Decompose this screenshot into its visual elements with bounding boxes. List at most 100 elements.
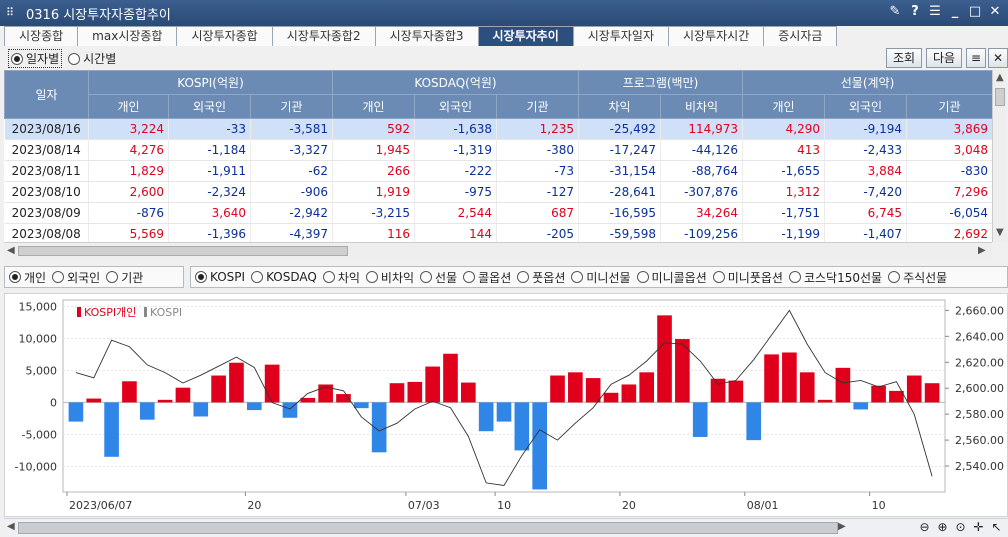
bar xyxy=(68,402,84,422)
close-panel-icon[interactable]: ✕ xyxy=(988,48,1008,68)
column-header[interactable]: 개인 xyxy=(88,94,169,119)
market-radio-8[interactable]: 미니콜옵션 xyxy=(636,269,707,286)
column-header[interactable]: 비차익 xyxy=(659,94,744,119)
market-radio-5[interactable]: 콜옵션 xyxy=(463,269,511,286)
tab-8[interactable]: 증시자금 xyxy=(763,26,838,46)
tab-5[interactable]: 시장투자추이 xyxy=(477,26,574,46)
market-radio-9[interactable]: 미니풋옵션 xyxy=(712,269,783,286)
title-bar: ⠿ 0316 시장투자자종합추이 ✎ ? ☰ _ □ ✕ xyxy=(0,0,1008,26)
bar xyxy=(728,380,744,403)
period-radio-0[interactable]: 일자별 xyxy=(8,49,63,68)
y-left-tick: 0 xyxy=(50,396,57,409)
radio-label: 주식선물 xyxy=(903,270,948,285)
bar xyxy=(264,364,280,403)
tab-6[interactable]: 시장투자일자 xyxy=(572,26,670,46)
column-header[interactable]: 개인 xyxy=(742,94,826,119)
value-cell: -17,247 xyxy=(578,139,661,161)
column-header[interactable]: 기관 xyxy=(496,94,579,119)
bar xyxy=(764,354,779,403)
column-header[interactable]: 외국인 xyxy=(414,94,497,119)
bar xyxy=(532,402,547,490)
market-radio-6[interactable]: 풋옵션 xyxy=(517,269,565,286)
bar xyxy=(353,402,369,409)
value-cell: -1,911 xyxy=(168,160,251,182)
table-row[interactable]: 2023/08/10 2,600 -2,324 -906 1,919 -975 -127 -2… xyxy=(4,181,992,203)
next-button[interactable]: 다음 xyxy=(926,48,962,68)
value-cell: -1,199 xyxy=(742,223,826,242)
group-header: 프로그램(백만) xyxy=(577,70,744,95)
market-radio-0[interactable]: KOSPI xyxy=(195,270,245,284)
y-right-tick: 2,540.00 xyxy=(955,460,1004,473)
bar xyxy=(86,398,102,403)
column-header[interactable]: 개인 xyxy=(332,94,415,119)
radio-icon xyxy=(517,271,530,283)
cursor-icon[interactable]: ↖ xyxy=(989,520,1004,535)
market-radio-11[interactable]: 주식선물 xyxy=(888,269,947,286)
zoom-out-icon[interactable]: ⊖ xyxy=(917,520,932,535)
column-header[interactable]: 기관 xyxy=(250,94,333,119)
minimize-icon[interactable]: _ xyxy=(948,4,962,19)
y-left-tick: -5,000 xyxy=(22,428,57,441)
table-row[interactable]: 2023/08/16 3,224 -33 -3,581 592 -1,638 1,235 -2… xyxy=(4,118,992,140)
pin-icon[interactable]: ✎ xyxy=(888,4,902,19)
radio-icon xyxy=(365,271,378,283)
x-tick: 10 xyxy=(872,499,886,512)
table-vertical-scrollbar[interactable]: ▲ ▼ xyxy=(992,70,1006,242)
tab-0[interactable]: 시장종합 xyxy=(4,26,79,46)
column-header[interactable]: 차익 xyxy=(578,94,661,119)
radio-label: 기관 xyxy=(121,270,144,285)
help-icon[interactable]: ? xyxy=(908,4,922,19)
bar xyxy=(425,366,440,403)
menu-icon[interactable]: ☰ xyxy=(928,4,942,19)
radio-label: KOSDAQ xyxy=(266,270,317,284)
value-cell: 1,829 xyxy=(88,160,169,182)
tab-2[interactable]: 시장투자종합 xyxy=(176,26,273,46)
table-row[interactable]: 2023/08/08 5,569 -1,396 -4,397 116 144 -205 -59… xyxy=(4,223,992,242)
date-header[interactable]: 일자 xyxy=(4,70,89,119)
period-radio-1[interactable]: 시간별 xyxy=(68,49,116,68)
value-cell: -3,327 xyxy=(250,139,333,161)
bar xyxy=(817,399,833,403)
list-icon[interactable]: ≡ xyxy=(966,48,986,68)
value-cell: -59,598 xyxy=(578,223,661,242)
maximize-icon[interactable]: □ xyxy=(968,4,982,19)
chart-scrollbar[interactable]: ◀ ▶ ⊖ ⊕ ⊙ ✛ ↖ xyxy=(4,518,1008,537)
market-radio-7[interactable]: 미니선물 xyxy=(571,269,631,286)
table-row[interactable]: 2023/08/14 4,276 -1,184 -3,327 1,945 -1,319 -3… xyxy=(4,139,992,161)
y-right-tick: 2,580.00 xyxy=(955,408,1004,421)
zoom-in-icon[interactable]: ⊕ xyxy=(935,520,950,535)
investor-radio-1[interactable]: 외국인 xyxy=(52,269,100,286)
value-cell: -28,641 xyxy=(578,181,661,203)
market-radio-2[interactable]: 차익 xyxy=(322,269,360,286)
market-radio-4[interactable]: 선물 xyxy=(420,269,457,286)
radio-icon xyxy=(106,271,119,283)
radio-icon xyxy=(788,271,801,283)
bar xyxy=(139,402,155,420)
bar xyxy=(568,372,583,403)
market-radio-10[interactable]: 코스닥150선물 xyxy=(788,269,882,286)
market-radio-1[interactable]: KOSDAQ xyxy=(251,270,317,284)
table-row[interactable]: 2023/08/11 1,829 -1,911 -62 266 -222 -73 -31,15… xyxy=(4,160,992,182)
value-cell: 144 xyxy=(414,223,497,242)
market-radio-3[interactable]: 비차익 xyxy=(365,269,414,286)
tab-7[interactable]: 시장투자시간 xyxy=(668,26,765,46)
tab-3[interactable]: 시장투자종합2 xyxy=(271,26,376,46)
value-cell: -307,876 xyxy=(660,181,744,203)
date-cell: 2023/08/10 xyxy=(4,181,89,203)
crosshair-icon[interactable]: ✛ xyxy=(971,520,986,535)
column-header[interactable]: 외국인 xyxy=(168,94,251,119)
bar xyxy=(746,402,762,441)
bar xyxy=(175,387,191,403)
investor-radio-2[interactable]: 기관 xyxy=(106,269,143,286)
value-cell: 2,600 xyxy=(88,181,169,203)
table-row[interactable]: 2023/08/09 -876 3,640 -2,942 -3,215 2,544 687-… xyxy=(4,202,992,224)
query-button[interactable]: 조회 xyxy=(886,48,922,68)
column-header[interactable]: 기관 xyxy=(906,94,992,119)
column-header[interactable]: 외국인 xyxy=(824,94,908,119)
tab-4[interactable]: 시장투자종합3 xyxy=(374,26,479,46)
investor-radio-0[interactable]: 개인 xyxy=(9,269,46,286)
close-icon[interactable]: ✕ xyxy=(988,4,1002,19)
zoom-reset-icon[interactable]: ⊙ xyxy=(953,520,968,535)
table-horizontal-scrollbar[interactable]: ◀ ▶ xyxy=(4,242,992,258)
tab-1[interactable]: max시장종합 xyxy=(77,26,178,46)
